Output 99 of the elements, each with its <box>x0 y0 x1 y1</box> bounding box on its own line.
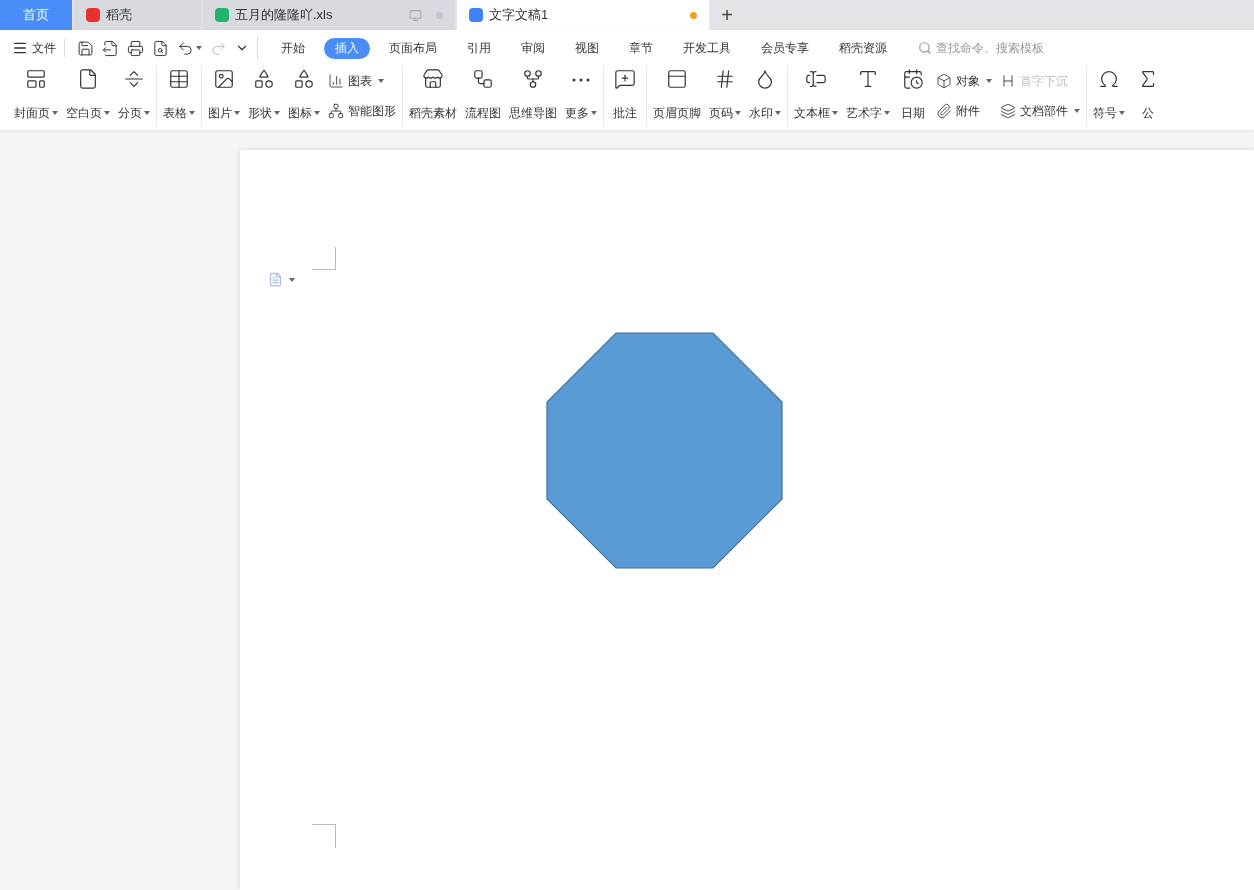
smart-graphic-icon <box>328 103 344 119</box>
ribbon-button[interactable]: 空白页 <box>62 66 114 126</box>
add-tab-button[interactable]: + <box>709 0 745 30</box>
ribbon-button[interactable]: 批注 <box>606 66 644 126</box>
image-icon <box>213 68 235 90</box>
ribbon-button[interactable]: 附件 <box>936 102 992 120</box>
object-icon <box>936 73 952 89</box>
caret-icon <box>314 111 320 115</box>
shapes-icon <box>253 68 275 90</box>
docer-logo-icon <box>86 8 100 22</box>
menu-tab[interactable]: 稻壳资源 <box>828 37 898 59</box>
cover-page-icon <box>25 68 47 90</box>
caret-icon <box>274 111 280 115</box>
omega-icon <box>1098 68 1120 90</box>
document-icon <box>268 272 283 287</box>
ribbon-button[interactable]: 分页 <box>114 66 154 126</box>
monitor-icon <box>409 8 422 22</box>
menu-tab[interactable]: 页面布局 <box>378 37 448 59</box>
redo-icon <box>210 39 227 57</box>
ribbon-button[interactable]: 符号 <box>1089 66 1129 126</box>
paperclip-icon <box>936 103 952 119</box>
word-art-icon <box>857 68 879 90</box>
caret-icon <box>591 111 597 115</box>
ribbon-button[interactable]: 智能图形 <box>328 102 396 120</box>
octagon-shape[interactable] <box>546 332 783 569</box>
caret-icon <box>104 111 110 115</box>
ribbon-button[interactable]: 形状 <box>244 66 284 126</box>
caret-icon <box>144 111 150 115</box>
ribbon-button[interactable]: 文本框 <box>790 66 842 126</box>
ribbon-button[interactable]: 封面页 <box>10 66 62 126</box>
caret-icon <box>234 111 240 115</box>
ribbon-button[interactable]: 公 <box>1129 66 1167 126</box>
caret-icon <box>986 79 992 83</box>
caret-icon <box>1119 111 1125 115</box>
ribbon-button[interactable]: 思维导图 <box>505 66 561 126</box>
blank-page-icon <box>77 68 99 90</box>
more-icon <box>572 78 590 82</box>
document-tab[interactable]: 稻壳 <box>74 0 201 30</box>
ribbon-button[interactable]: 图片 <box>204 66 244 126</box>
page-number-icon <box>714 68 736 90</box>
document-tab[interactable]: 五月的隆隆吖.xls <box>203 0 455 30</box>
ribbon-button[interactable]: 页码 <box>705 66 745 126</box>
flowchart-icon <box>472 68 494 90</box>
corner-mark <box>312 824 336 848</box>
ribbon-button[interactable]: 图标 <box>284 66 324 126</box>
table-icon <box>168 68 190 90</box>
ribbon-button[interactable]: 水印 <box>745 66 785 126</box>
caret-icon <box>832 111 838 115</box>
ribbon-button[interactable]: 日期 <box>894 66 932 126</box>
ribbon-button[interactable]: 流程图 <box>461 66 505 126</box>
caret-icon <box>884 111 890 115</box>
header-footer-icon <box>666 68 688 90</box>
ribbon-button[interactable]: 表格 <box>159 66 199 126</box>
ribbon-button[interactable]: 更多 <box>561 66 601 126</box>
export-icon <box>102 39 119 57</box>
print-icon <box>127 39 144 57</box>
page-break-icon <box>123 68 145 90</box>
store-icon <box>422 68 444 90</box>
text-box-icon <box>805 68 827 90</box>
ribbon-button[interactable]: 页眉页脚 <box>649 66 705 126</box>
drop-cap-icon <box>1000 73 1016 89</box>
menu-icon <box>12 40 28 56</box>
menu-tab[interactable]: 会员专享 <box>750 37 820 59</box>
caret-icon <box>378 79 384 83</box>
caret-icon <box>52 111 58 115</box>
writer-icon <box>469 8 483 22</box>
menu-tab[interactable]: 开发工具 <box>672 37 742 59</box>
caret-icon <box>289 277 295 282</box>
comment-icon <box>614 68 636 90</box>
menu-tab[interactable]: 审阅 <box>510 37 556 59</box>
menu-tab[interactable]: 开始 <box>270 37 316 59</box>
caret-icon <box>775 111 781 115</box>
ribbon-button[interactable]: 文档部件 <box>1000 102 1080 120</box>
ribbon-button[interactable]: 稻壳素材 <box>405 66 461 126</box>
mind-map-icon <box>522 68 544 90</box>
menu-tab[interactable]: 视图 <box>564 37 610 59</box>
menu-tab[interactable]: 章节 <box>618 37 664 59</box>
save-icon <box>77 39 94 57</box>
document-tab[interactable]: 文字文稿1 <box>457 0 709 30</box>
corner-mark <box>312 247 336 270</box>
calendar-icon <box>902 68 924 90</box>
document-parts-icon <box>1000 103 1016 119</box>
caret-icon <box>189 111 195 115</box>
caret-icon <box>735 111 741 115</box>
undo-icon <box>177 39 194 57</box>
search-field[interactable]: 查找命令、搜索模板 <box>918 39 1086 57</box>
menu-tab[interactable]: 引用 <box>456 37 502 59</box>
ribbon-button[interactable]: 图表 <box>328 72 396 90</box>
paste-options-button[interactable] <box>268 272 295 287</box>
spreadsheet-icon <box>215 8 229 22</box>
search-icon <box>918 41 932 55</box>
bar-chart-icon <box>328 73 344 89</box>
ribbon-button[interactable]: 对象 <box>936 72 992 90</box>
ribbon-button[interactable]: 艺术字 <box>842 66 894 126</box>
icons-icon <box>293 68 315 90</box>
print-preview-icon <box>152 39 169 57</box>
file-menu-button[interactable]: 文件 <box>12 39 65 57</box>
caret-icon <box>1074 109 1080 113</box>
caret-icon <box>196 46 202 50</box>
